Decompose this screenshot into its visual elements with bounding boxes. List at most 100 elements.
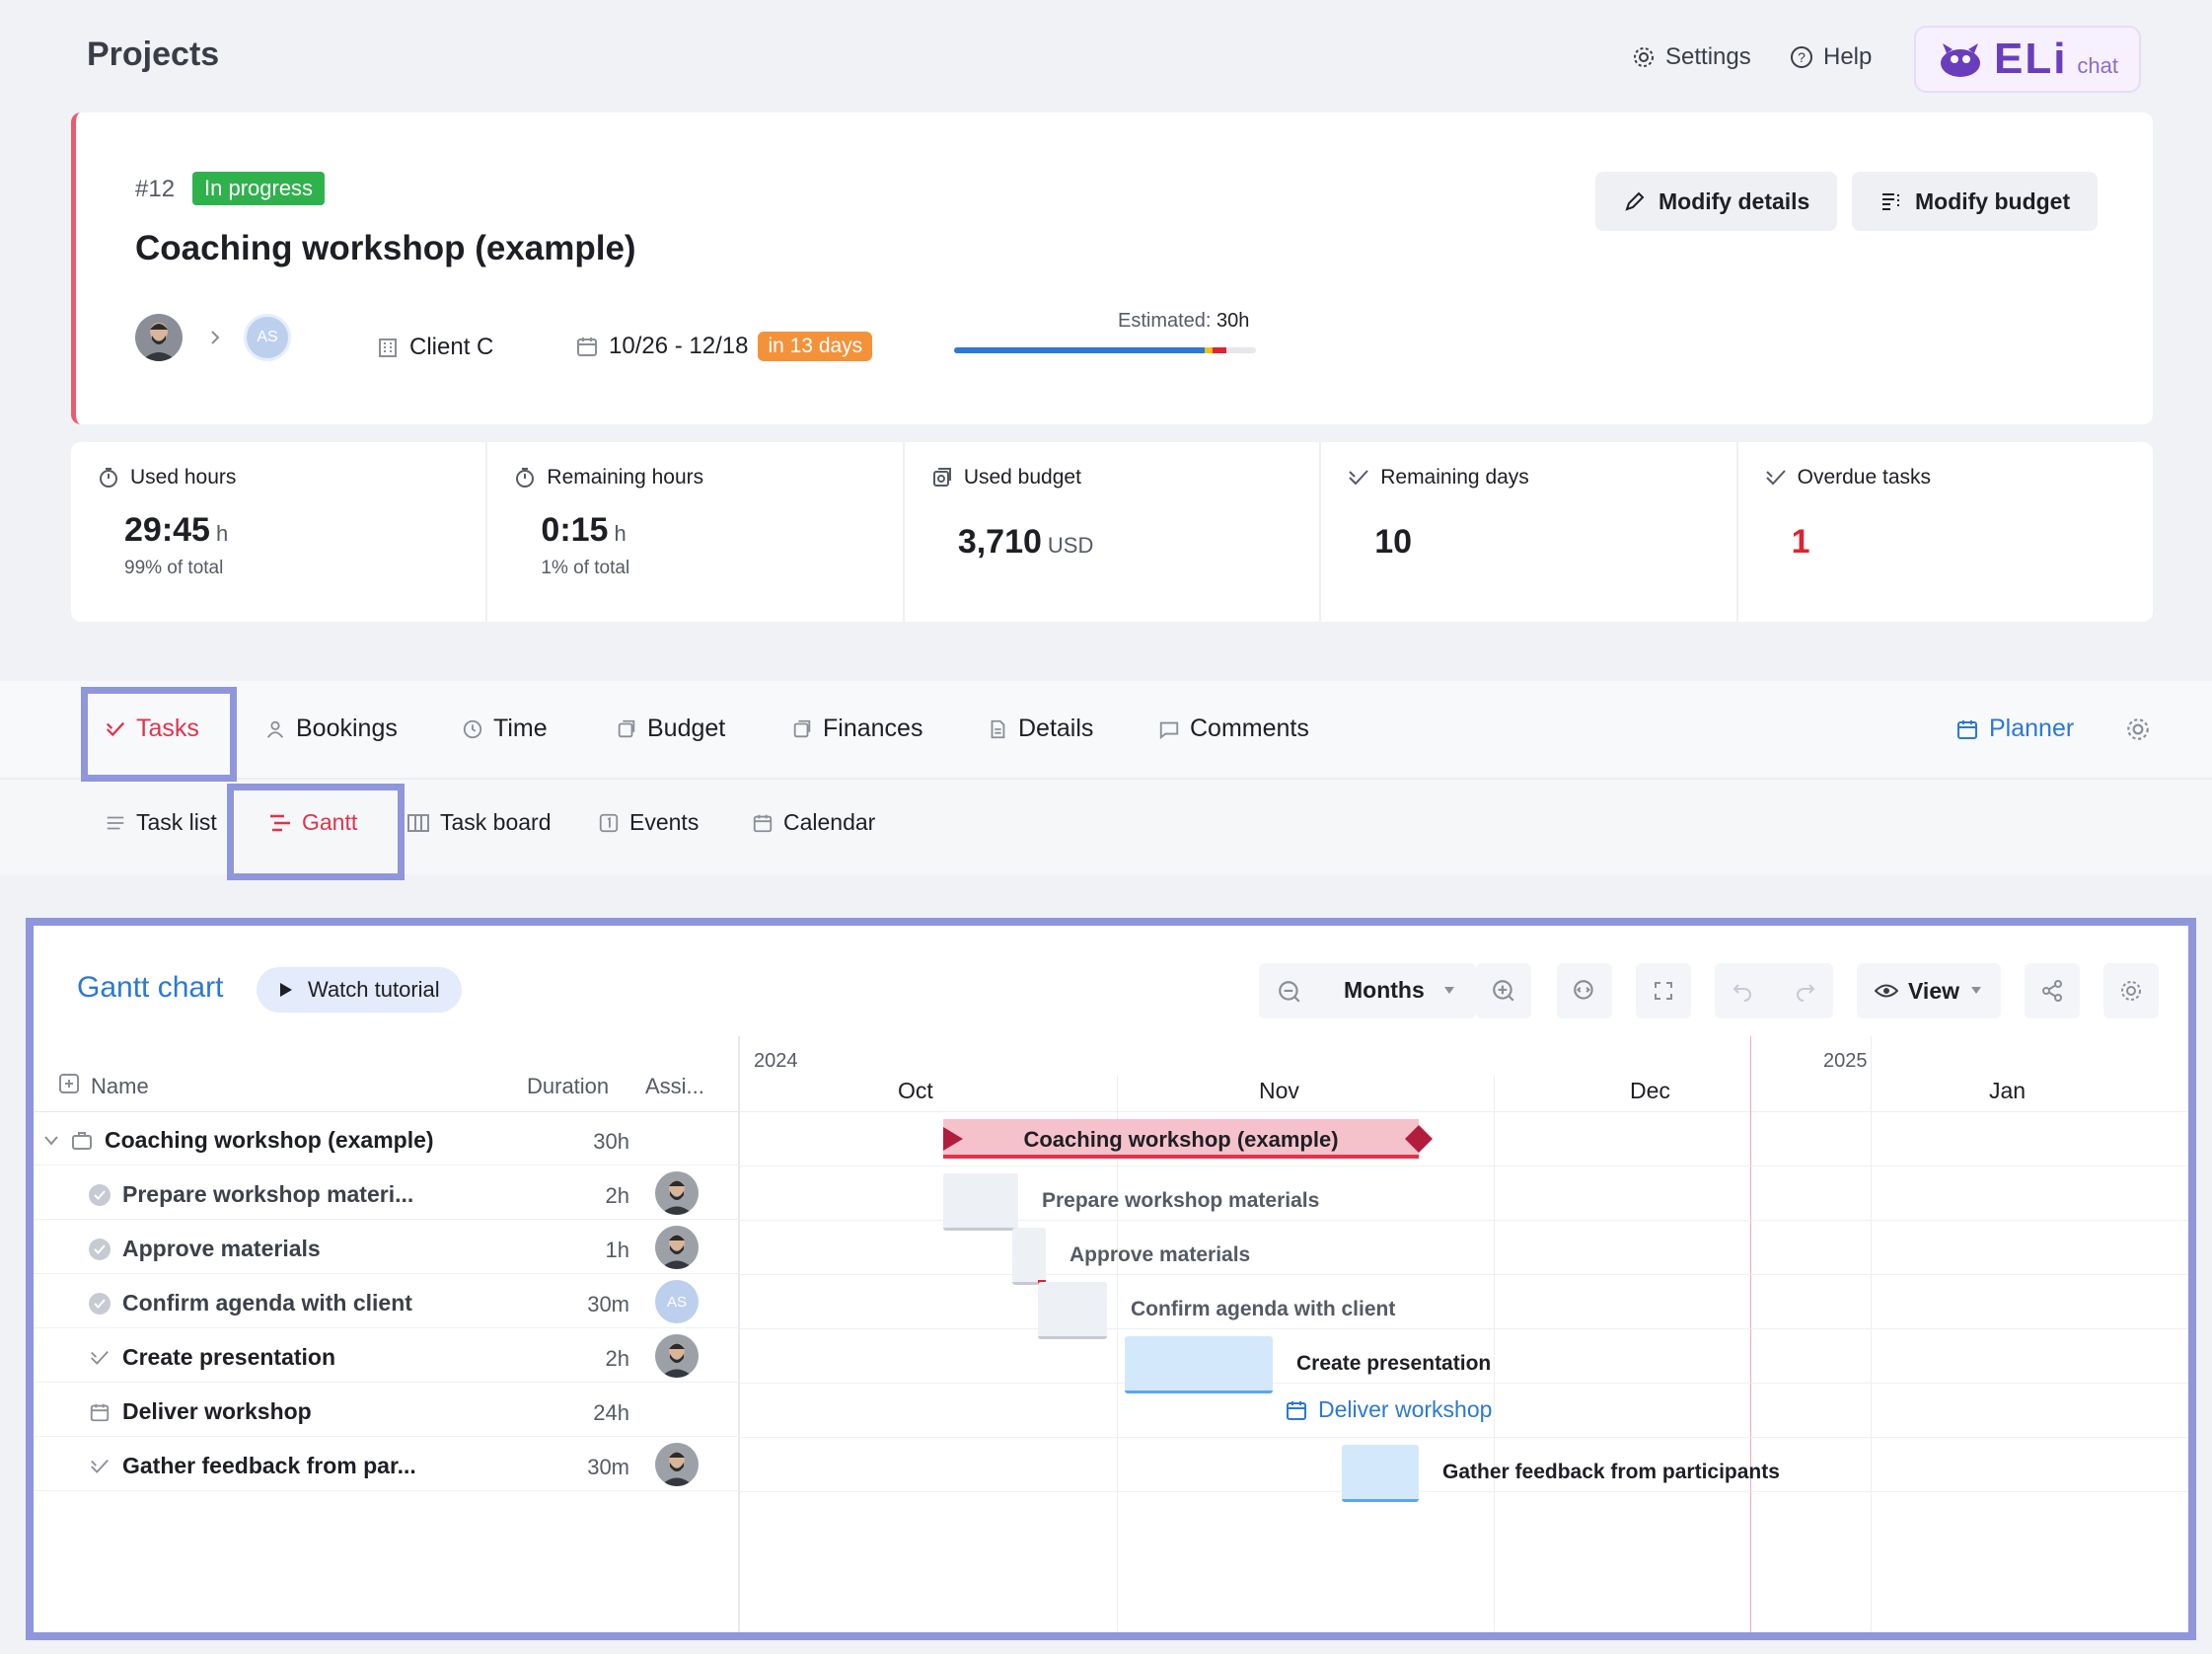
modify-budget-button[interactable]: Modify budget bbox=[1852, 172, 2099, 231]
date-info[interactable]: 10/26 - 12/18 in 13 days bbox=[575, 332, 873, 361]
calendar-icon bbox=[753, 814, 773, 832]
task-name-cell: Prepare workshop materi... bbox=[89, 1181, 413, 1208]
assignee-avatar[interactable]: AS bbox=[655, 1280, 699, 1323]
table-row[interactable]: Gather feedback from par... 30m bbox=[34, 1437, 740, 1491]
modify-details-label: Modify details bbox=[1659, 188, 1810, 214]
stat-remaining-days: Remaining days 10 bbox=[1321, 442, 1738, 622]
watch-tutorial-button[interactable]: Watch tutorial bbox=[257, 967, 462, 1013]
bar-label: Coaching workshop (example) bbox=[1023, 1127, 1339, 1152]
bar-label: Deliver workshop bbox=[1318, 1396, 1493, 1422]
stat-label: Used budget bbox=[963, 466, 1081, 489]
estimated-value: 30h bbox=[1217, 310, 1250, 332]
bar-label: Confirm agenda with client bbox=[1131, 1298, 1396, 1320]
tab-details[interactable]: Details bbox=[987, 714, 1093, 743]
subtab-events[interactable]: Events bbox=[598, 809, 699, 836]
main-tabs: Tasks Bookings Time Budget Finances Deta… bbox=[0, 681, 2212, 780]
help-icon: ? bbox=[1791, 46, 1812, 68]
fullscreen-button[interactable] bbox=[1636, 963, 1691, 1018]
manager-avatar[interactable] bbox=[135, 314, 183, 361]
bar-label: Prepare workshop materials bbox=[1042, 1189, 1320, 1212]
owner-avatar[interactable]: AS bbox=[244, 314, 291, 361]
gantt-settings-button[interactable] bbox=[2103, 963, 2159, 1018]
assignee-avatar[interactable] bbox=[655, 1226, 699, 1269]
project-card: #12 In progress Coaching workshop (examp… bbox=[71, 113, 2153, 424]
table-row[interactable]: Coaching workshop (example) 30h bbox=[34, 1111, 740, 1165]
task-bar[interactable] bbox=[1038, 1282, 1107, 1339]
tab-label: Comments bbox=[1190, 714, 1309, 742]
bar-label: Approve materials bbox=[1069, 1243, 1251, 1266]
expand-all-icon[interactable] bbox=[59, 1074, 79, 1093]
task-name-cell: Approve materials bbox=[89, 1236, 321, 1262]
event-marker[interactable]: Deliver workshop bbox=[1285, 1396, 1492, 1423]
column-duration[interactable]: Duration bbox=[527, 1074, 609, 1099]
client-name: Client C bbox=[409, 334, 494, 360]
task-duration: 2h bbox=[605, 1183, 629, 1208]
undo-icon[interactable] bbox=[1731, 979, 1754, 1003]
table-row[interactable]: Deliver workshop 24h bbox=[34, 1383, 740, 1437]
task-name: Approve materials bbox=[122, 1236, 321, 1261]
stat-used-budget: Used budget 3,710 USD bbox=[905, 442, 1322, 622]
completed-icon bbox=[89, 1292, 111, 1315]
table-row[interactable]: Prepare workshop materi... 2h bbox=[34, 1165, 740, 1220]
column-assignee[interactable]: Assi... bbox=[645, 1074, 704, 1099]
zoom-fit-button[interactable] bbox=[1557, 963, 1612, 1018]
month-label: Oct bbox=[898, 1078, 933, 1103]
month-divider bbox=[1494, 1076, 1495, 1632]
client-info[interactable]: Client C bbox=[376, 334, 493, 361]
zoom-in-button[interactable] bbox=[1476, 963, 1531, 1018]
scale-select[interactable]: Months bbox=[1344, 977, 1425, 1004]
subtab-label: Calendar bbox=[783, 809, 876, 835]
page-title: Projects bbox=[87, 36, 220, 73]
help-link[interactable]: ? Help bbox=[1790, 43, 1872, 71]
task-duration: 24h bbox=[593, 1400, 629, 1425]
task-bar[interactable] bbox=[1125, 1336, 1273, 1393]
column-name[interactable]: Name bbox=[91, 1074, 149, 1099]
check-icon bbox=[1765, 470, 1786, 486]
document-icon bbox=[991, 719, 1005, 738]
tab-finances[interactable]: Finances bbox=[791, 714, 922, 743]
task-bar[interactable] bbox=[943, 1173, 1018, 1231]
task-bar[interactable] bbox=[1342, 1445, 1419, 1502]
view-button[interactable]: View bbox=[1857, 963, 2001, 1018]
tab-label: Details bbox=[1018, 714, 1094, 742]
table-row[interactable]: Create presentation 2h bbox=[34, 1328, 740, 1383]
tab-time[interactable]: Time bbox=[462, 714, 548, 743]
task-name: Prepare workshop materi... bbox=[122, 1181, 414, 1207]
redo-icon[interactable] bbox=[1794, 979, 1817, 1003]
assignee-avatar[interactable] bbox=[655, 1171, 699, 1215]
today-marker bbox=[1750, 1036, 1751, 1632]
settings-link[interactable]: Settings bbox=[1632, 43, 1751, 71]
subtab-label: Task list bbox=[136, 809, 217, 835]
zoom-in-icon bbox=[1493, 980, 1514, 1002]
task-bar[interactable] bbox=[1012, 1228, 1046, 1285]
task-name-cell: Gather feedback from par... bbox=[89, 1453, 416, 1479]
tabs-area: Tasks Bookings Time Budget Finances Deta… bbox=[0, 681, 2212, 880]
task-duration: 1h bbox=[605, 1238, 629, 1262]
gear-icon[interactable] bbox=[2125, 716, 2151, 742]
table-row[interactable]: Confirm agenda with client 30m AS bbox=[34, 1274, 740, 1328]
year-label: 2025 bbox=[1823, 1050, 1868, 1072]
task-name: Coaching workshop (example) bbox=[105, 1127, 434, 1153]
subtab-task-list[interactable]: Task list bbox=[105, 809, 217, 836]
modify-details-button[interactable]: Modify details bbox=[1595, 172, 1838, 231]
tab-label: Time bbox=[493, 714, 548, 742]
tab-bookings[interactable]: Bookings bbox=[264, 714, 398, 743]
comment-icon bbox=[1159, 721, 1179, 739]
assignee-avatar[interactable] bbox=[655, 1334, 699, 1378]
share-button[interactable] bbox=[2025, 963, 2080, 1018]
assignee-avatar[interactable] bbox=[655, 1443, 699, 1486]
tab-budget[interactable]: Budget bbox=[616, 714, 725, 743]
table-row[interactable]: Approve materials 1h bbox=[34, 1220, 740, 1274]
subtab-task-board[interactable]: Task board bbox=[406, 809, 552, 836]
list-icon bbox=[107, 816, 124, 829]
zoom-out-icon[interactable] bbox=[1277, 979, 1302, 1005]
eli-chat-button[interactable]: ELi chat bbox=[1914, 26, 2141, 93]
subtab-calendar[interactable]: Calendar bbox=[752, 809, 875, 836]
chevron-down-icon bbox=[44, 1135, 58, 1146]
project-bar[interactable]: Coaching workshop (example) bbox=[943, 1119, 1433, 1159]
view-label: View bbox=[1908, 977, 1959, 1004]
timeline-row-divider bbox=[740, 1491, 2188, 1492]
gear-icon bbox=[2121, 981, 2141, 1001]
tab-comments[interactable]: Comments bbox=[1158, 714, 1309, 743]
planner-link[interactable]: Planner bbox=[1955, 714, 2074, 743]
